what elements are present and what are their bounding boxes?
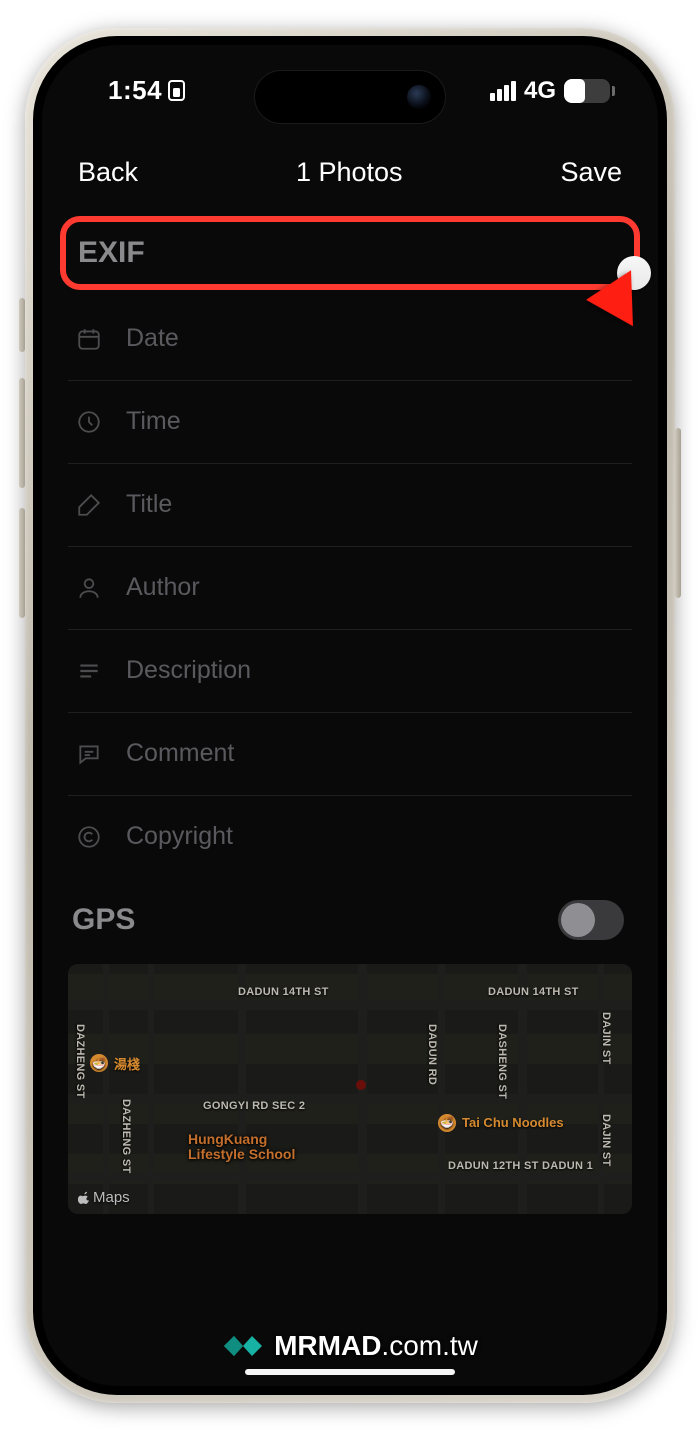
volume-down-button[interactable]	[19, 508, 25, 618]
street-label: DAJIN ST	[600, 1114, 612, 1167]
battery-percent: 45	[564, 82, 610, 100]
map-preview[interactable]: DADUN 14TH ST DADUN 14TH ST DADUN 12TH S…	[68, 964, 632, 1214]
row-label: Description	[126, 656, 251, 685]
watermark: MRMAD.com.tw	[42, 1330, 658, 1362]
row-label: Comment	[126, 739, 234, 768]
street-label: DAJIN ST	[600, 1012, 612, 1065]
street-label: DAZHENG ST	[74, 1024, 86, 1099]
map-poi: 🍜湯棧	[90, 1054, 140, 1073]
row-time[interactable]: Time	[68, 381, 632, 464]
page-title: 1 Photos	[296, 157, 403, 188]
exif-section-highlight: EXIF	[60, 216, 640, 290]
row-label: Copyright	[126, 822, 233, 851]
row-date[interactable]: Date	[68, 298, 632, 381]
row-label: Time	[126, 407, 181, 436]
mute-switch[interactable]	[19, 298, 25, 352]
row-label: Date	[126, 324, 179, 353]
row-label: Title	[126, 490, 172, 519]
watermark-domain: .com.tw	[381, 1330, 477, 1361]
street-label: DASHENG ST	[496, 1024, 508, 1099]
status-time: 1:54	[94, 75, 185, 106]
status-right: 4G 45	[490, 77, 610, 105]
save-button[interactable]: Save	[560, 157, 622, 188]
map-poi: 🍜Tai Chu Noodles	[438, 1114, 564, 1132]
row-author[interactable]: Author	[68, 547, 632, 630]
row-comment[interactable]: Comment	[68, 713, 632, 796]
comment-icon	[74, 739, 104, 769]
nav-bar: Back 1 Photos Save	[42, 137, 658, 216]
watermark-brand: MRMAD	[274, 1330, 381, 1361]
watermark-logo-icon	[222, 1331, 264, 1361]
back-button[interactable]: Back	[78, 157, 138, 188]
volume-up-button[interactable]	[19, 378, 25, 488]
street-label: DAZHENG ST	[120, 1099, 132, 1174]
street-label: DADUN 12TH ST DADUN 1	[448, 1160, 593, 1172]
network-type: 4G	[524, 77, 556, 105]
row-title[interactable]: Title	[68, 464, 632, 547]
row-copyright[interactable]: Copyright	[68, 796, 632, 882]
sim-icon	[168, 80, 185, 101]
pencil-note-icon	[74, 490, 104, 520]
exif-fields-list: Date Time	[60, 298, 640, 882]
person-icon	[74, 573, 104, 603]
status-bar: 1:54 4G 45	[42, 45, 658, 137]
street-label: DADUN 14TH ST	[488, 986, 579, 998]
street-label: DADUN 14TH ST	[238, 986, 329, 998]
copyright-icon	[74, 822, 104, 852]
maps-provider-badge: Maps	[78, 1189, 130, 1206]
exif-label: EXIF	[78, 236, 145, 270]
gps-label: GPS	[72, 903, 135, 937]
cellular-signal-icon	[490, 81, 516, 101]
gps-section: GPS	[60, 882, 640, 964]
map-poi-school: HungKuangLifestyle School	[188, 1132, 295, 1163]
content: EXIF	[42, 216, 658, 1214]
street-label: DADUN RD	[426, 1024, 438, 1085]
apple-logo-icon	[78, 1191, 91, 1204]
phone-frame: 1:54 4G 45	[25, 28, 675, 1403]
power-button[interactable]	[675, 428, 681, 598]
clock-text: 1:54	[108, 75, 162, 106]
gps-toggle[interactable]	[558, 900, 624, 940]
home-indicator[interactable]	[245, 1369, 455, 1375]
row-label: Author	[126, 573, 200, 602]
lines-icon	[74, 656, 104, 686]
screen: 1:54 4G 45	[42, 45, 658, 1386]
row-description[interactable]: Description	[68, 630, 632, 713]
calendar-icon	[74, 324, 104, 354]
annotation-pointer-icon	[585, 270, 633, 328]
battery-icon: 45	[564, 79, 610, 103]
street-label: GONGYI RD SEC 2	[203, 1100, 305, 1112]
clock-icon	[74, 407, 104, 437]
phone-bezel: 1:54 4G 45	[33, 36, 667, 1395]
